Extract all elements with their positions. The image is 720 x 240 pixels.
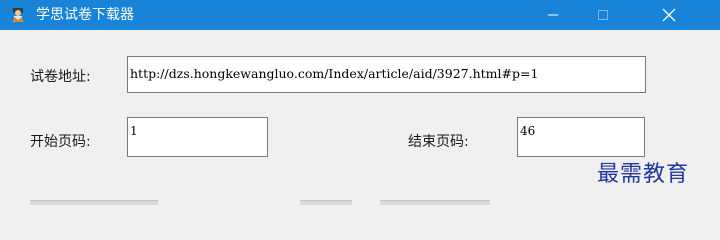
minimize-icon xyxy=(548,14,558,16)
title-bar[interactable]: 学思试卷下载器 xyxy=(0,0,720,30)
app-window: 学思试卷下载器 试卷地址: http://dzs.hongkewangluo.c… xyxy=(0,0,720,205)
partial-button-middle[interactable] xyxy=(300,200,352,205)
minimize-button[interactable] xyxy=(530,0,576,30)
close-icon xyxy=(662,8,676,22)
end-page-field[interactable]: 46 xyxy=(517,117,645,157)
url-label: 试卷地址: xyxy=(30,69,91,85)
app-logo-icon xyxy=(12,8,24,22)
maximize-icon xyxy=(598,10,608,20)
end-page-label: 结束页码: xyxy=(408,134,469,150)
maximize-button[interactable] xyxy=(580,0,626,30)
start-page-label: 开始页码: xyxy=(30,134,91,150)
watermark-text: 最需教育 xyxy=(597,162,690,187)
partial-button-right[interactable] xyxy=(380,200,490,205)
window-title: 学思试卷下载器 xyxy=(36,7,134,23)
url-field[interactable]: http://dzs.hongkewangluo.com/Index/artic… xyxy=(127,56,646,93)
start-page-field[interactable]: 1 xyxy=(127,117,268,157)
close-button[interactable] xyxy=(646,0,692,30)
partial-button-left[interactable] xyxy=(30,200,158,205)
